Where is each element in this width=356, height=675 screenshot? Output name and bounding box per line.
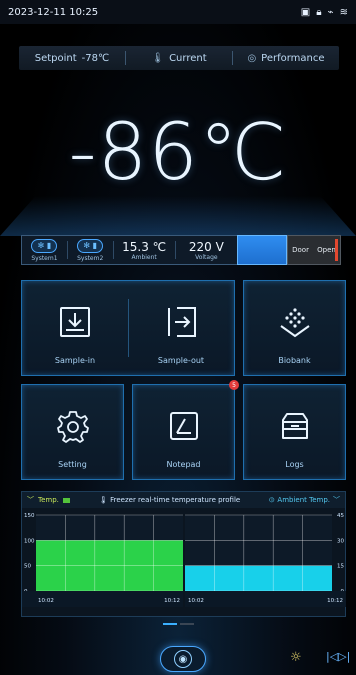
current-label: Current bbox=[169, 52, 207, 64]
status-bar: 2023-12-11 10:25 ▣ 🔒︎ ⌁ ≋ bbox=[0, 0, 356, 24]
current-tab[interactable]: 🌡︎ Current bbox=[126, 46, 232, 70]
sample-out-button[interactable]: Sample-out bbox=[128, 281, 234, 375]
chevron-down-icon: ﹀ bbox=[333, 496, 340, 504]
chart-title-text: Freezer real-time temperature profile bbox=[110, 496, 241, 504]
series-fill bbox=[185, 565, 332, 591]
ambient-chart: 453015010:0210:12 bbox=[185, 513, 346, 607]
y-tick-label: 100 bbox=[24, 538, 35, 544]
voltage-label: Voltage bbox=[195, 253, 218, 261]
status-icons: ▣ 🔒︎ ⌁ ≋ bbox=[301, 7, 348, 18]
temperature-profile-panel: ﹀ Temp. 🌡︎ Freezer real-time temperature… bbox=[21, 491, 346, 617]
gauge-icon: ◎ bbox=[247, 52, 257, 64]
temperature-unit: ℃ bbox=[198, 108, 288, 198]
system2-label: System2 bbox=[77, 254, 104, 262]
chart-title: 🌡︎ Freezer real-time temperature profile bbox=[76, 496, 263, 504]
page-dot-active[interactable] bbox=[163, 623, 177, 625]
door-open-indicator bbox=[335, 239, 338, 261]
screen-icon: ▣ bbox=[300, 6, 311, 18]
sample-in-button[interactable]: Sample-in bbox=[22, 281, 128, 375]
system-info: ✻ ▮ System1 ✻ ▮ System2 15.3 ℃ Ambient 2… bbox=[21, 235, 237, 265]
snowflake-icon: ✻ ▮ bbox=[77, 238, 104, 253]
temp-chart: 15010050010:0210:12 bbox=[22, 513, 183, 607]
usb-icon: ⌁ bbox=[327, 6, 334, 18]
glow-shelf bbox=[0, 196, 356, 236]
biobank-icon bbox=[279, 308, 310, 338]
sample-out-label: Sample-out bbox=[157, 356, 205, 365]
level-indicator bbox=[237, 235, 287, 265]
sample-in-label: Sample-in bbox=[54, 356, 96, 365]
ambient-label: Ambient bbox=[131, 253, 157, 261]
divider bbox=[66, 241, 68, 259]
temp-tab[interactable]: ﹀ Temp. bbox=[27, 495, 70, 505]
door-status: Door Open bbox=[287, 235, 341, 265]
page-dot[interactable] bbox=[180, 623, 194, 625]
voltage-block: 220 V Voltage bbox=[182, 240, 231, 261]
ambient-icon: ⦶ bbox=[269, 495, 275, 504]
ambient-tab-label: Ambient Temp. bbox=[277, 496, 330, 504]
setting-label: Setting bbox=[58, 460, 87, 469]
y-tick-label: 30 bbox=[337, 538, 344, 544]
ambient-block: 15.3 ℃ Ambient bbox=[119, 240, 168, 261]
ambient-tab[interactable]: ⦶ Ambient Temp. ﹀ bbox=[269, 495, 340, 505]
setpoint-item[interactable]: Setpoint -78℃ bbox=[19, 46, 125, 70]
thermometer-icon: 🌡︎ bbox=[98, 496, 111, 504]
biobank-label: Biobank bbox=[278, 356, 311, 365]
light-bulb-icon[interactable]: ☼ bbox=[290, 650, 302, 665]
sample-io-tile: Sample-in Sample-out bbox=[21, 280, 235, 376]
logs-label: Logs bbox=[285, 460, 304, 469]
divider bbox=[174, 241, 176, 259]
status-datetime: 2023-12-11 10:25 bbox=[8, 6, 99, 18]
user-icon: ◉ bbox=[174, 650, 192, 668]
temp-legend-swatch bbox=[62, 497, 70, 503]
thermometer-icon: 🌡︎ bbox=[151, 52, 165, 64]
performance-label: Performance bbox=[261, 52, 325, 64]
top-info-bar: Setpoint -78℃ 🌡︎ Current ◎ Performance bbox=[19, 46, 339, 70]
exit-icon bbox=[168, 307, 196, 337]
system1-label: System1 bbox=[31, 254, 58, 262]
door-state: Open bbox=[317, 246, 336, 254]
door-label: Door bbox=[292, 246, 309, 254]
system2-block[interactable]: ✻ ▮ System2 bbox=[74, 238, 107, 262]
lock-icon: 🔒︎ bbox=[316, 6, 322, 18]
x-axis-band bbox=[185, 591, 346, 607]
x-tick-label: 10:12 bbox=[327, 598, 343, 604]
setpoint-label: Setpoint bbox=[34, 52, 77, 64]
freezer-home-screen: 2023-12-11 10:25 ▣ 🔒︎ ⌁ ≋ Setpoint -78℃ … bbox=[0, 0, 356, 675]
snowflake-icon: ✻ ▮ bbox=[31, 238, 58, 253]
page-indicator bbox=[163, 623, 194, 625]
status-strip: ✻ ▮ System1 ✻ ▮ System2 15.3 ℃ Ambient 2… bbox=[21, 235, 347, 265]
setting-button[interactable]: Setting bbox=[21, 384, 124, 480]
setpoint-value: -78℃ bbox=[81, 52, 110, 64]
current-temperature: -86℃ bbox=[0, 108, 356, 198]
x-tick-label: 10:02 bbox=[188, 598, 204, 604]
y-tick-label: 45 bbox=[337, 513, 344, 519]
notification-badge: 5 bbox=[229, 380, 239, 390]
y-tick-label: 15 bbox=[337, 564, 344, 570]
ambient-value: 15.3 ℃ bbox=[122, 239, 167, 254]
chevron-down-icon: ﹀ bbox=[27, 496, 34, 504]
download-tray-icon bbox=[60, 307, 90, 337]
x-tick-label: 10:12 bbox=[164, 598, 180, 604]
performance-tab[interactable]: ◎ Performance bbox=[233, 46, 339, 70]
archive-icon bbox=[281, 413, 308, 439]
biobank-button[interactable]: Biobank bbox=[243, 280, 346, 376]
gear-icon bbox=[56, 411, 89, 443]
notepad-label: Notepad bbox=[166, 460, 201, 469]
divider bbox=[112, 241, 114, 259]
y-tick-label: 50 bbox=[24, 564, 31, 570]
charts-area: 15010050010:0210:12 453015010:0210:12 bbox=[22, 511, 346, 607]
chart-header: ﹀ Temp. 🌡︎ Freezer real-time temperature… bbox=[22, 492, 345, 508]
system1-block[interactable]: ✻ ▮ System1 bbox=[28, 238, 61, 262]
voltage-value: 220 V bbox=[188, 239, 224, 254]
logs-button[interactable]: Logs bbox=[243, 384, 346, 480]
temperature-value: -86 bbox=[68, 108, 199, 198]
user-button[interactable]: ◉ bbox=[160, 646, 206, 672]
y-tick-label: 150 bbox=[24, 513, 35, 519]
wifi-icon: ≋ bbox=[339, 6, 348, 18]
x-tick-label: 10:02 bbox=[38, 598, 54, 604]
notepad-button[interactable]: 5 Notepad bbox=[132, 380, 239, 480]
mute-icon[interactable]: |◁▷| bbox=[326, 650, 350, 663]
temp-tab-label: Temp. bbox=[38, 496, 59, 504]
notepad-icon bbox=[169, 412, 198, 440]
